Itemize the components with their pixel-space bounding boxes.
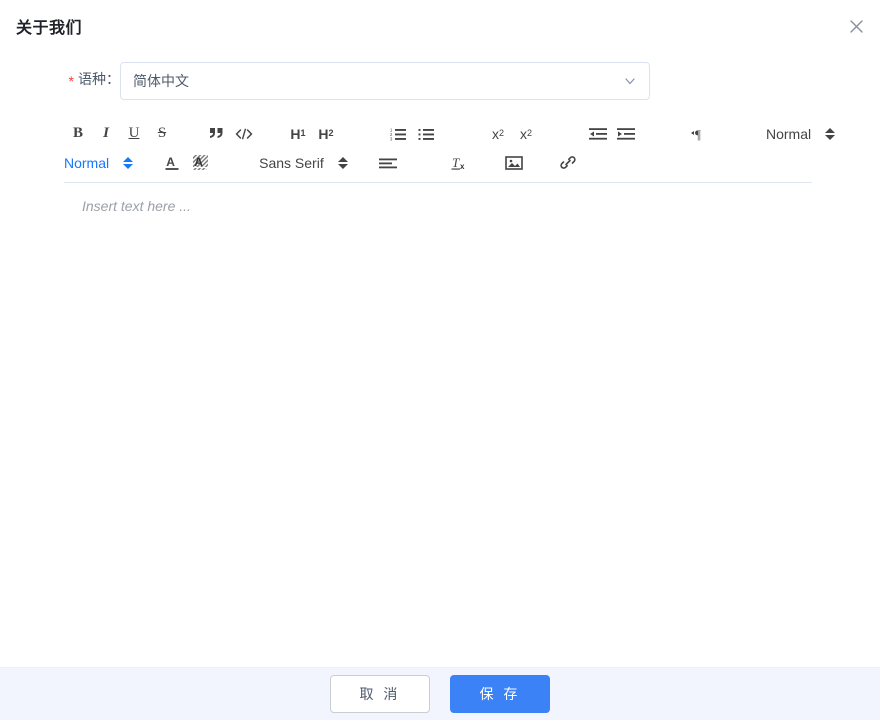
header-1-level: 1 — [300, 128, 306, 138]
indent-icon[interactable] — [612, 122, 640, 146]
font-family-picker[interactable]: Sans Serif — [259, 151, 348, 175]
bold-icon[interactable]: B — [64, 122, 92, 146]
about-us-dialog: 关于我们 * 语种： 简体中文 B I U S H 1 H 2 1 2 3 x … — [0, 0, 880, 720]
svg-text:3: 3 — [390, 136, 393, 140]
required-marker: * — [68, 73, 74, 89]
rich-text-editor: B I U S H 1 H 2 1 2 3 x 2 x 2 ¶ Normal N… — [64, 116, 836, 613]
save-button[interactable]: 保 存 — [450, 675, 550, 713]
dialog-header: 关于我们 — [0, 0, 880, 52]
cancel-button[interactable]: 取 消 — [330, 675, 430, 713]
language-select[interactable]: 简体中文 — [120, 62, 650, 100]
editor-placeholder: Insert text here ... — [82, 198, 191, 214]
dialog-footer: 取 消 保 存 — [0, 667, 880, 720]
clear-format-icon[interactable]: T x — [446, 151, 474, 175]
header-2-level: 2 — [328, 128, 334, 138]
language-form-row: * 语种： 简体中文 — [0, 52, 880, 104]
superscript-level: 2 — [526, 128, 532, 138]
background-color-icon[interactable]: A — [187, 151, 215, 175]
language-label-wrap: * 语种： — [0, 62, 120, 96]
align-icon[interactable] — [374, 151, 402, 175]
strike-icon[interactable]: S — [148, 122, 176, 146]
language-select-value: 简体中文 — [133, 73, 189, 89]
header-style-picker[interactable]: Normal — [64, 151, 134, 175]
subscript-level: 2 — [498, 128, 504, 138]
subscript-icon[interactable]: x2 — [484, 122, 512, 146]
page-title: 关于我们 — [16, 20, 83, 37]
svg-text:¶: ¶ — [695, 127, 701, 141]
editor-content-area[interactable]: Insert text here ... — [64, 183, 812, 613]
stepper-arrows-icon — [825, 127, 836, 140]
image-icon[interactable] — [500, 151, 528, 175]
editor-toolbar: B I U S H 1 H 2 1 2 3 x 2 x 2 ¶ Normal N… — [64, 116, 836, 183]
header-2-icon[interactable]: H2 — [312, 122, 340, 146]
text-color-icon[interactable]: A — [159, 151, 187, 175]
underline-icon[interactable]: U — [120, 122, 148, 146]
code-block-icon[interactable] — [230, 122, 258, 146]
superscript-icon[interactable]: x2 — [512, 122, 540, 146]
font-size-picker[interactable]: Normal — [766, 122, 836, 146]
outdent-icon[interactable] — [584, 122, 612, 146]
ordered-list-icon[interactable]: 1 2 3 — [384, 122, 412, 146]
font-size-value: Normal — [766, 125, 812, 142]
stepper-arrows-icon — [123, 156, 134, 169]
bullet-list-icon[interactable] — [412, 122, 440, 146]
svg-text:x: x — [460, 162, 465, 171]
svg-text:T: T — [452, 155, 460, 170]
link-icon[interactable] — [554, 151, 582, 175]
blockquote-icon[interactable] — [202, 122, 230, 146]
stepper-arrows-icon — [337, 156, 348, 169]
header-style-value: Normal — [64, 154, 110, 171]
close-icon[interactable] — [844, 14, 868, 38]
header-1-icon[interactable]: H1 — [284, 122, 312, 146]
svg-text:A: A — [194, 155, 203, 169]
toolbar-row-2: Normal A A Sans Serif T x — [64, 149, 812, 176]
language-label: 语种： — [78, 71, 120, 87]
italic-icon[interactable]: I — [92, 122, 120, 146]
text-direction-icon[interactable]: ¶ — [684, 122, 712, 146]
language-control: 简体中文 — [120, 62, 650, 100]
font-family-value: Sans Serif — [259, 154, 324, 171]
svg-text:A: A — [166, 155, 175, 169]
toolbar-row-1: B I U S H 1 H 2 1 2 3 x 2 x 2 ¶ Normal — [64, 120, 836, 147]
chevron-down-icon — [622, 73, 638, 89]
dialog-body: * 语种： 简体中文 B I U S H 1 H 2 1 2 3 x 2 x 2… — [0, 52, 880, 667]
